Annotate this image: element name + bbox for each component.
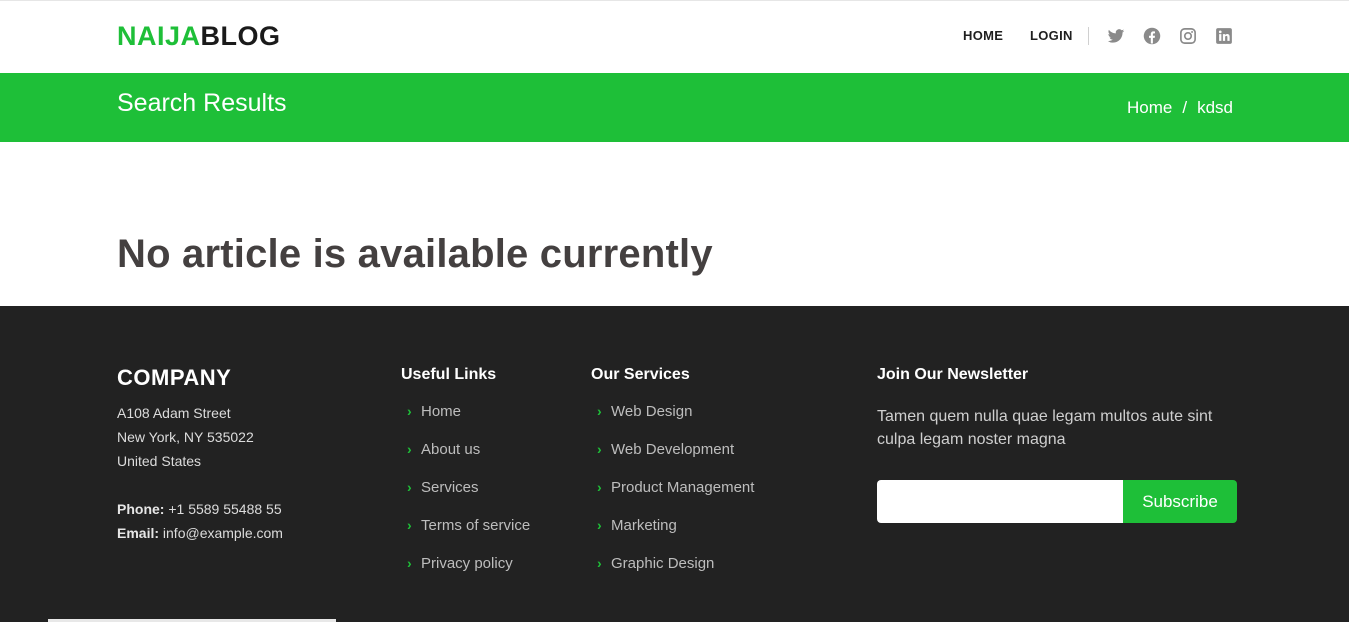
- chevron-right-icon: ›: [407, 479, 412, 495]
- footer-phone: Phone: +1 5589 55488 55: [117, 501, 282, 517]
- footer-newsletter-title: Join Our Newsletter: [877, 366, 1029, 383]
- footer-service-product-management[interactable]: › Product Management: [591, 479, 754, 517]
- footer-link-label: About us: [421, 441, 481, 458]
- chevron-right-icon: ›: [597, 479, 602, 495]
- breadcrumb: Home / kdsd: [1127, 98, 1233, 118]
- chevron-right-icon: ›: [597, 517, 602, 533]
- footer-service-label: Web Design: [611, 403, 693, 420]
- chevron-right-icon: ›: [407, 403, 412, 419]
- footer-service-web-design[interactable]: › Web Design: [591, 403, 754, 441]
- site-header: NAIJABLOG HOME LOGIN: [0, 0, 1349, 73]
- nav-login-link[interactable]: LOGIN: [1030, 28, 1073, 43]
- linkedin-icon[interactable]: [1215, 27, 1233, 45]
- nav-divider: [1088, 27, 1089, 45]
- footer-link-label: Home: [421, 403, 462, 420]
- site-footer: COMPANY A108 Adam Street New York, NY 53…: [0, 306, 1349, 622]
- footer-service-web-development[interactable]: › Web Development: [591, 441, 754, 479]
- footer-services-title: Our Services: [591, 366, 690, 383]
- chevron-right-icon: ›: [597, 403, 602, 419]
- footer-service-label: Graphic Design: [611, 555, 715, 572]
- footer-link-terms[interactable]: › Terms of service: [401, 517, 530, 555]
- footer-service-label: Product Management: [611, 479, 755, 496]
- footer-services-list: › Web Design › Web Development › Product Ma…: [591, 403, 754, 593]
- footer-phone-value: +1 5589 55488 55: [168, 501, 282, 517]
- footer-email-label: Email:: [117, 525, 160, 541]
- footer-link-services[interactable]: › Services: [401, 479, 530, 517]
- footer-company-title: COMPANY: [117, 365, 232, 390]
- footer-useful-links-title: Useful Links: [401, 366, 497, 383]
- instagram-icon[interactable]: [1179, 27, 1197, 45]
- footer-link-about[interactable]: › About us: [401, 441, 530, 479]
- chevron-right-icon: ›: [407, 517, 412, 533]
- footer-link-label: Terms of service: [421, 517, 531, 534]
- footer-service-marketing[interactable]: › Marketing: [591, 517, 754, 555]
- chevron-right-icon: ›: [597, 555, 602, 571]
- logo-part-blog: BLOG: [200, 21, 281, 51]
- breadcrumb-separator: /: [1182, 98, 1188, 117]
- subscribe-button[interactable]: Subscribe: [1123, 480, 1237, 523]
- footer-service-label: Marketing: [611, 517, 677, 534]
- nav-home-link[interactable]: HOME: [963, 28, 1003, 43]
- footer-email: Email: info@example.com: [117, 525, 283, 541]
- footer-link-home[interactable]: › Home: [401, 403, 530, 441]
- chevron-right-icon: ›: [407, 555, 412, 571]
- footer-service-label: Web Development: [611, 441, 735, 458]
- footer-service-graphic-design[interactable]: › Graphic Design: [591, 555, 754, 593]
- page-title: Search Results: [117, 89, 287, 117]
- footer-address-line2: New York, NY 535022: [117, 429, 254, 445]
- twitter-icon[interactable]: [1107, 27, 1125, 45]
- empty-results-message: No article is available currently: [117, 232, 713, 276]
- chevron-right-icon: ›: [597, 441, 602, 457]
- site-logo[interactable]: NAIJABLOG: [117, 21, 281, 52]
- footer-link-label: Privacy policy: [421, 555, 513, 572]
- footer-useful-links-list: › Home › About us › Services › Terms of serv…: [401, 403, 530, 593]
- breadcrumb-current: kdsd: [1197, 98, 1233, 117]
- breadcrumb-home-link[interactable]: Home: [1127, 98, 1172, 118]
- facebook-icon[interactable]: [1143, 27, 1161, 45]
- footer-address-line1: A108 Adam Street: [117, 405, 231, 421]
- footer-address-line3: United States: [117, 453, 202, 469]
- newsletter-email-input[interactable]: [877, 480, 1125, 523]
- chevron-right-icon: ›: [407, 441, 412, 457]
- footer-link-privacy[interactable]: › Privacy policy: [401, 555, 530, 593]
- page-title-band: Search Results Home / kdsd: [0, 73, 1349, 142]
- footer-phone-label: Phone:: [117, 501, 165, 517]
- footer-email-value: info@example.com: [162, 525, 283, 541]
- footer-link-label: Services: [421, 479, 479, 496]
- footer-newsletter-text: Tamen quem nulla quae legam multos aute …: [877, 408, 1213, 448]
- logo-part-naija: NAIJA: [117, 21, 201, 51]
